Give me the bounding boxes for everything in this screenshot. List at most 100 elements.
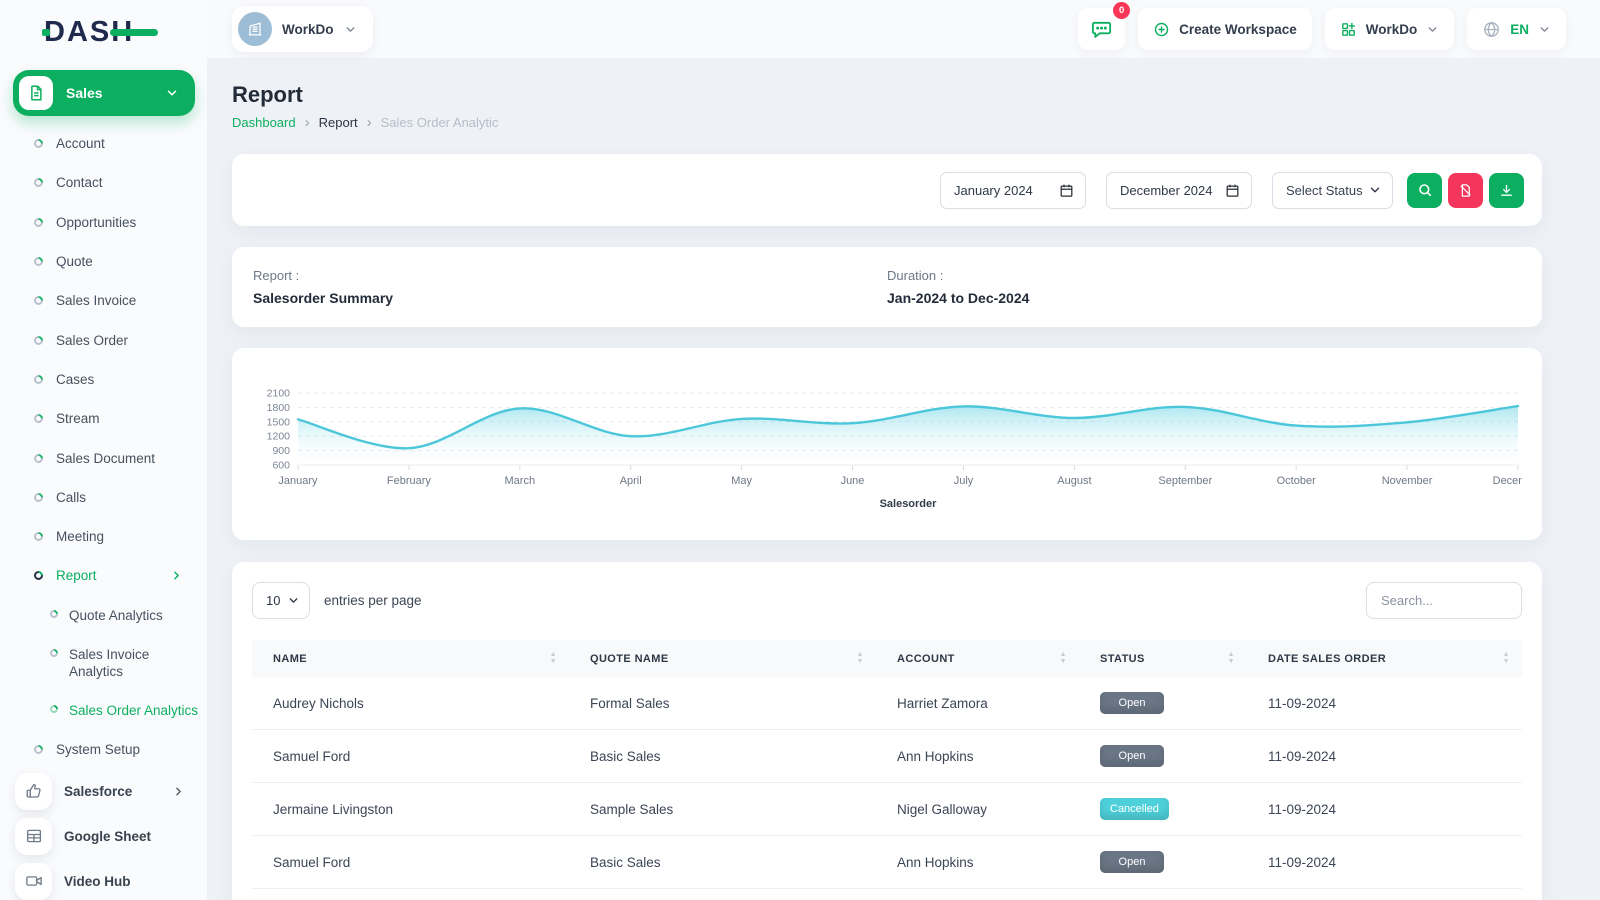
create-workspace-button[interactable]: Create Workspace: [1138, 8, 1312, 50]
bullet-icon: [32, 373, 45, 386]
messages-button[interactable]: 0: [1078, 2, 1131, 50]
sidebar-subitem-label: Quote Analytics: [69, 607, 163, 623]
chevron-down-icon: [1426, 23, 1439, 36]
sidebar-item-google-sheet[interactable]: Google Sheet: [0, 814, 207, 859]
sidebar-item-label: Stream: [56, 411, 100, 427]
table-row: Samuel Ford Basic Sales Ann Hopkins Open…: [252, 835, 1522, 889]
start-month-input[interactable]: January 2024: [940, 171, 1086, 209]
svg-text:April: April: [620, 475, 642, 487]
table-search-input[interactable]: [1366, 582, 1522, 619]
sidebar: DASH Sales Account Contact Opportunities…: [0, 0, 207, 900]
main-content: Report Dashboard › Report › Sales Order …: [207, 58, 1600, 900]
report-label: Report :: [253, 268, 300, 283]
sidebar-item-label: Meeting: [56, 529, 105, 545]
logo-accent-dot: [42, 29, 50, 36]
sidebar-item-contact[interactable]: Contact: [0, 163, 207, 202]
svg-text:June: June: [841, 475, 865, 487]
cell-status: Open: [1079, 729, 1247, 783]
workspace-avatar: [238, 12, 272, 46]
sidebar-item-sales-order[interactable]: Sales Order: [0, 320, 207, 359]
language-selector[interactable]: EN: [1467, 8, 1566, 50]
topbar: WorkDo 0 Create Workspace WorkDo EN: [0, 0, 1600, 58]
table-controls: 10 entries per page: [252, 582, 1522, 619]
workspace-switcher[interactable]: WorkDo: [232, 6, 373, 52]
sidebar-item-quote[interactable]: Quote: [0, 242, 207, 281]
spreadsheet-icon: [15, 817, 52, 855]
entries-per-page-label: entries per page: [324, 593, 422, 608]
plus-circle-icon: [1154, 22, 1169, 36]
status-badge: Cancelled: [1100, 798, 1169, 820]
sidebar-item-sales-order-analytics[interactable]: Sales Order Analytics: [0, 691, 207, 730]
cell-name: Samuel Ford: [252, 729, 569, 783]
column-header-account[interactable]: ACCOUNT ▲ ▼: [876, 640, 1079, 677]
chevron-right-icon: [170, 569, 183, 582]
column-header-name[interactable]: NAME ▲ ▼: [252, 640, 569, 677]
cell-quote-name: Basic Sales: [569, 729, 876, 783]
cell-status: Cancelled: [1079, 782, 1247, 836]
sidebar-subitem-label: Sales Order Analytics: [69, 702, 199, 718]
workdo-menu-button[interactable]: WorkDo: [1324, 8, 1455, 50]
reset-filter-button[interactable]: [1448, 172, 1483, 208]
sidebar-item-label: Account: [56, 136, 105, 152]
sidebar-item-report[interactable]: Report: [0, 556, 207, 595]
sidebar-item-label: Quote: [56, 254, 93, 270]
sidebar-item-account[interactable]: Account: [0, 124, 207, 163]
sidebar-group-sales[interactable]: Sales: [13, 70, 195, 116]
breadcrumb-dashboard[interactable]: Dashboard: [232, 115, 296, 130]
page-size-select[interactable]: 10: [252, 582, 310, 619]
bullet-icon: [32, 176, 45, 190]
sidebar-item-video-hub[interactable]: Video Hub: [0, 859, 207, 900]
video-camera-icon: [15, 862, 52, 900]
sidebar-item-stream[interactable]: Stream: [0, 399, 207, 438]
sales-order-chart-card: 600 900 1200 1500 1800 2100 January February Mar…: [232, 348, 1544, 540]
bullet-icon: [32, 569, 45, 583]
sidebar-item-calls[interactable]: Calls: [0, 478, 207, 517]
sidebar-item-quote-analytics[interactable]: Quote Analytics: [0, 596, 207, 635]
sidebar-item-label: Sales Order: [56, 332, 129, 348]
bullet-icon: [32, 490, 45, 504]
search-icon: [1418, 184, 1431, 197]
cell-status: Open: [1079, 677, 1247, 730]
svg-text:November: November: [1382, 475, 1433, 487]
breadcrumb-current: Sales Order Analytic: [380, 115, 499, 130]
svg-text:1200: 1200: [267, 431, 291, 443]
sidebar-item-system-setup[interactable]: System Setup: [0, 730, 207, 769]
sidebar-item-label: Cases: [56, 371, 95, 387]
bullet-icon: [32, 412, 45, 426]
status-select[interactable]: Select Status: [1272, 171, 1393, 209]
report-summary-card: Report : Salesorder Summary Duration : J…: [232, 247, 1542, 327]
cell-name: Jermaine Livingston: [252, 782, 569, 836]
filter-actions: [1407, 172, 1524, 208]
sidebar-item-sales-invoice[interactable]: Sales Invoice: [0, 281, 207, 320]
svg-text:August: August: [1057, 475, 1091, 487]
end-month-input[interactable]: December 2024: [1106, 171, 1252, 209]
svg-text:July: July: [954, 475, 974, 487]
globe-icon: [1484, 21, 1500, 37]
sidebar-item-opportunities[interactable]: Opportunities: [0, 203, 207, 242]
column-header-status[interactable]: STATUS ▲ ▼: [1079, 640, 1247, 677]
sidebar-item-sales-invoice-analytics[interactable]: Sales Invoice Analytics: [0, 635, 207, 691]
page-size-value: 10: [266, 593, 281, 608]
chat-bubble-icon: [1092, 21, 1112, 38]
bullet-icon: [32, 215, 45, 229]
column-header-quote-name[interactable]: QUOTE NAME ▲ ▼: [569, 640, 876, 677]
sidebar-app-label: Google Sheet: [64, 828, 152, 844]
sales-orders-table-card: 10 entries per page NAME▲▼ QUOTE NAME▲▼ …: [232, 562, 1542, 900]
workdo-menu-label: WorkDo: [1365, 21, 1418, 37]
status-badge: Open: [1100, 745, 1164, 767]
sidebar-item-meeting[interactable]: Meeting: [0, 517, 207, 556]
sidebar-item-label: Sales Document: [56, 450, 156, 466]
sidebar-item-cases[interactable]: Cases: [0, 360, 207, 399]
column-header-date-sales-order[interactable]: DATE SALES ORDER ▲ ▼: [1247, 640, 1522, 677]
sales-orders-table: NAME ▲ ▼ QUOTE NAME ▲ ▼ ACCOUNT ▲ ▼ STATUS ▲ ▼ D…: [252, 640, 1522, 889]
sidebar-item-salesforce[interactable]: Salesforce: [0, 769, 207, 814]
table-row: Audrey Nichols Formal Sales Harriet Zamo…: [252, 677, 1522, 730]
download-icon: [1501, 184, 1512, 196]
bullet-icon: [48, 646, 60, 659]
sidebar-item-label: Report: [56, 568, 97, 584]
file-slash-icon: [1460, 183, 1471, 197]
bullet-icon: [32, 530, 45, 543]
download-button[interactable]: [1489, 172, 1524, 208]
sidebar-item-sales-document[interactable]: Sales Document: [0, 438, 207, 477]
search-button[interactable]: [1407, 172, 1442, 208]
